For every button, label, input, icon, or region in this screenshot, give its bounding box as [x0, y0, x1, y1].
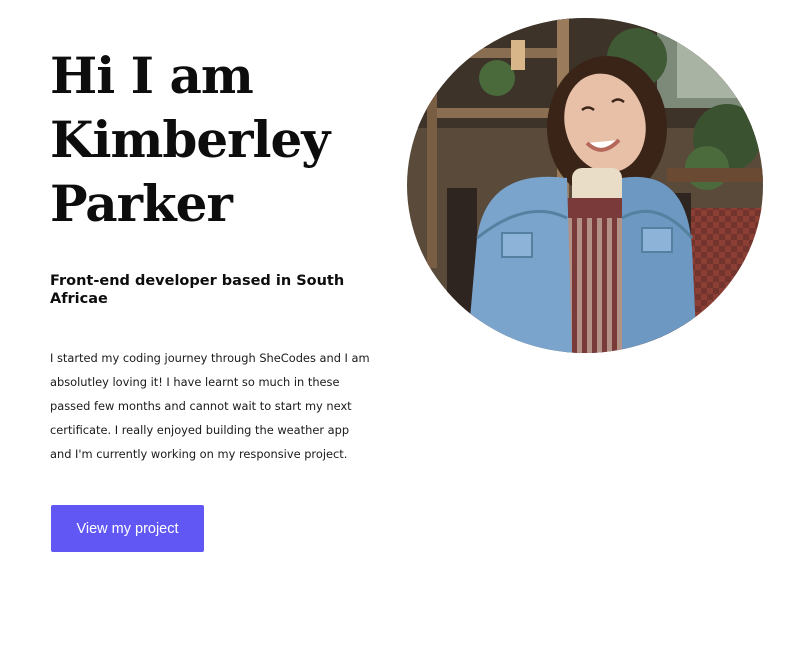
hero-title-line-3: Parker — [50, 174, 233, 233]
hero-title-line-2: Kimberley — [50, 110, 330, 169]
profile-photo — [407, 18, 763, 353]
hero-title-line-1: Hi I am — [50, 46, 254, 105]
hero-subtitle: Front-end developer based in South Afric… — [50, 273, 345, 307]
hero-title: Hi I am Kimberley Parker — [50, 44, 390, 236]
view-project-button[interactable]: View my project — [51, 505, 204, 552]
hero-bio: I started my coding journey through SheC… — [50, 351, 370, 461]
